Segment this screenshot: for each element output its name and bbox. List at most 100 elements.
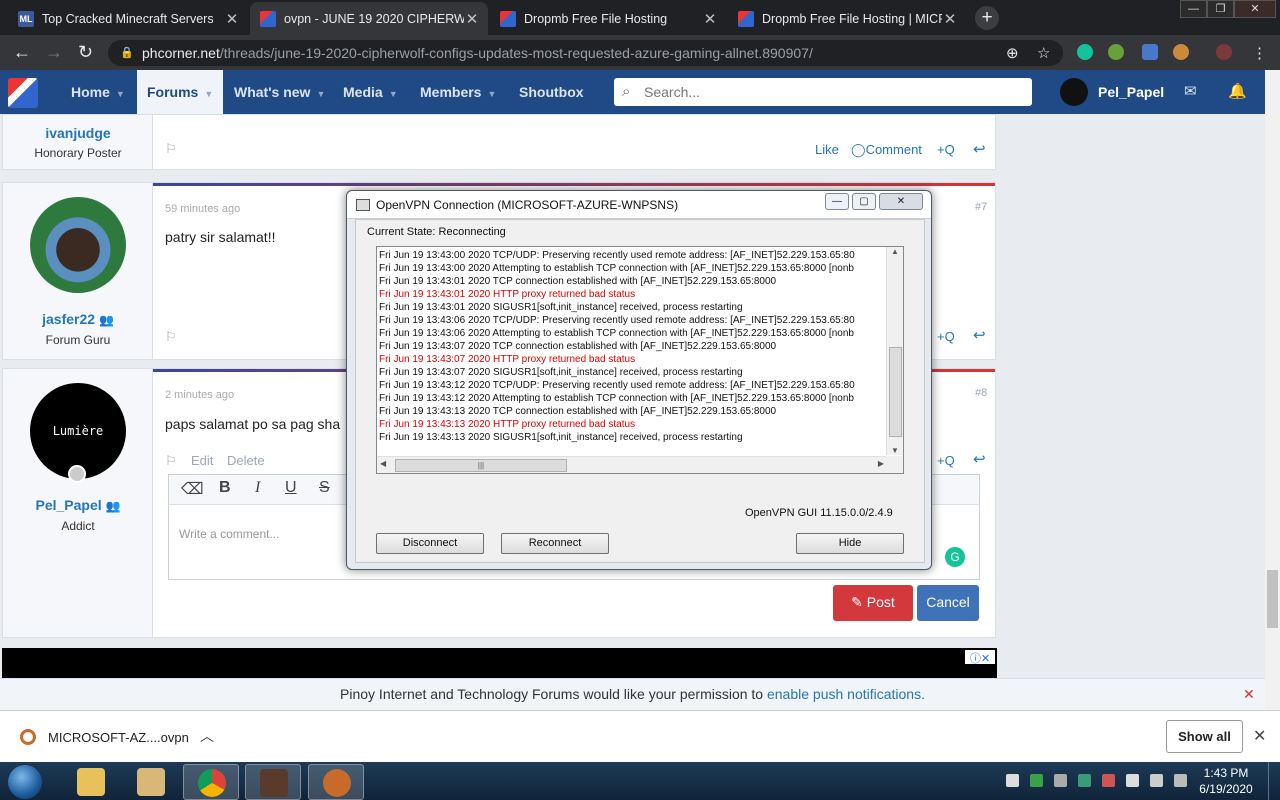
close-button[interactable]: ✕ — [879, 193, 923, 210]
scroll-up-icon[interactable]: ▲ — [887, 247, 903, 256]
search-input[interactable]: ⌕ Search... — [614, 78, 1032, 106]
tray-icon[interactable] — [1078, 774, 1091, 787]
post-date[interactable]: 59 minutes ago — [165, 203, 240, 215]
scrollbar-thumb[interactable]: ||| — [395, 459, 567, 472]
minimize-button[interactable]: — — [825, 193, 849, 210]
nav-home[interactable]: Home ▼ — [61, 70, 135, 114]
scroll-right-icon[interactable]: ▶ — [878, 459, 884, 468]
taskbar-openvpn[interactable] — [308, 764, 364, 800]
bell-icon[interactable]: 🔔 — [1228, 70, 1247, 114]
user-avatar[interactable] — [1060, 78, 1088, 106]
scroll-left-icon[interactable]: ◀ — [380, 459, 386, 468]
ad-close-icon[interactable]: ⓘ✕ — [965, 650, 995, 665]
taskbar-explorer[interactable] — [63, 764, 119, 800]
post-button[interactable]: ✎ Post — [833, 585, 913, 621]
extension-icon[interactable] — [1173, 44, 1189, 60]
close-icon[interactable]: ✕ — [1253, 726, 1266, 746]
comment-input[interactable]: Write a comment... — [179, 527, 279, 541]
chevron-up-icon[interactable]: ︿ — [200, 726, 214, 746]
taskbar-minecraft[interactable] — [245, 764, 301, 800]
cancel-button[interactable]: Cancel — [917, 585, 979, 621]
comment-button[interactable]: ◯Comment — [851, 142, 922, 158]
back-arrow-icon[interactable]: ← — [13, 43, 31, 61]
hide-button[interactable]: Hide — [796, 533, 904, 554]
grammarly-extension-icon[interactable] — [1077, 44, 1093, 60]
quote-button[interactable]: +Q — [937, 142, 955, 157]
download-item[interactable]: MICROSOFT-AZ....ovpn — [48, 730, 189, 745]
reply-icon[interactable]: ↩ — [973, 140, 986, 158]
taskbar-libraries[interactable] — [123, 764, 179, 800]
like-button[interactable]: Like — [815, 142, 839, 157]
close-icon[interactable]: ✕ — [1243, 679, 1255, 710]
taskbar-clock[interactable]: 1:43 PM 6/19/2020 — [1196, 765, 1256, 797]
tab-close-icon[interactable]: ✕ — [464, 10, 480, 28]
report-flag-icon[interactable]: ⚐ — [165, 141, 177, 157]
close-window-button[interactable]: ✕ — [1234, 0, 1276, 18]
page-scrollbar[interactable] — [1265, 70, 1280, 710]
report-flag-icon[interactable]: ⚐ — [165, 453, 177, 469]
scrollbar-thumb[interactable] — [1267, 570, 1278, 628]
site-logo[interactable] — [8, 78, 38, 108]
strikethrough-icon[interactable]: S — [319, 479, 330, 497]
grammarly-icon[interactable]: G — [945, 547, 965, 567]
scroll-down-icon[interactable]: ▼ — [887, 446, 903, 455]
user-menu[interactable]: Pel_Papel — [1098, 70, 1164, 114]
quote-button[interactable]: +Q — [937, 329, 955, 344]
taskbar-chrome[interactable] — [183, 764, 239, 800]
post-date[interactable]: 2 minutes ago — [165, 389, 234, 401]
tab-close-icon[interactable]: ✕ — [702, 10, 718, 28]
tab-close-icon[interactable]: ✕ — [942, 10, 958, 28]
tray-icon[interactable] — [1102, 774, 1115, 787]
extension-icon[interactable] — [1108, 44, 1124, 60]
nav-members[interactable]: Members ▼ — [410, 70, 506, 114]
post-author[interactable]: Pel_Papel 👥 — [3, 497, 153, 513]
tray-icon[interactable] — [1006, 774, 1019, 787]
reply-icon[interactable]: ↩ — [973, 450, 986, 468]
tray-icon[interactable] — [1030, 774, 1043, 787]
network-icon[interactable] — [1126, 774, 1139, 787]
tray-icon[interactable] — [1174, 774, 1187, 787]
delete-button[interactable]: Delete — [227, 453, 265, 468]
disconnect-button[interactable]: Disconnect — [376, 533, 484, 554]
eraser-icon[interactable]: ⌫ — [181, 479, 204, 499]
horizontal-scrollbar[interactable]: ◀ ||| ▶ — [377, 456, 887, 473]
post-author[interactable]: ivanjudge — [3, 125, 153, 141]
nav-whats-new[interactable]: What's new ▼ — [224, 70, 335, 114]
user-avatar[interactable] — [30, 197, 126, 293]
menu-kebab-icon[interactable]: ⋮ — [1252, 44, 1267, 62]
show-all-button[interactable]: Show all — [1166, 720, 1243, 753]
vertical-scrollbar[interactable]: ▲ ▼ — [886, 247, 903, 455]
scrollbar-thumb[interactable] — [889, 347, 902, 437]
quote-button[interactable]: +Q — [937, 453, 955, 468]
volume-icon[interactable] — [1150, 774, 1163, 787]
extension-icon[interactable] — [1142, 44, 1158, 60]
show-desktop-button[interactable] — [1268, 762, 1280, 800]
new-tab-button[interactable]: + — [975, 6, 999, 30]
bookmark-star-icon[interactable]: ☆ — [1037, 44, 1050, 62]
minimize-window-button[interactable]: — — [1180, 0, 1207, 18]
forward-arrow-icon[interactable]: → — [45, 43, 63, 61]
post-number[interactable]: #7 — [975, 201, 987, 213]
tab-close-icon[interactable]: ✕ — [224, 10, 240, 28]
log-textarea[interactable]: Fri Jun 19 13:43:00 2020 TCP/UDP: Preser… — [376, 246, 904, 474]
report-flag-icon[interactable]: ⚐ — [165, 329, 177, 345]
nav-media[interactable]: Media ▼ — [333, 70, 408, 114]
reconnect-button[interactable]: Reconnect — [501, 533, 609, 554]
tray-icon[interactable] — [1054, 774, 1067, 787]
advertisement-banner[interactable] — [2, 648, 997, 678]
enable-push-link[interactable]: enable push notifications. — [767, 686, 925, 702]
edit-button[interactable]: Edit — [191, 453, 213, 468]
start-button[interactable] — [8, 765, 42, 799]
italic-icon[interactable]: I — [255, 479, 260, 497]
restore-window-button[interactable]: ❐ — [1207, 0, 1234, 18]
maximize-button[interactable]: ▢ — [852, 193, 876, 210]
dialog-titlebar[interactable]: OpenVPN Connection (MICROSOFT-AZURE-WNPS… — [347, 191, 931, 219]
bold-icon[interactable]: B — [219, 479, 231, 497]
tab-dropmb-1[interactable]: Dropmb Free File Hosting ✕ — [490, 2, 726, 35]
tab-dropmb-2[interactable]: Dropmb Free File Hosting | MICR ✕ — [728, 2, 966, 35]
add-icon[interactable]: ⊕ — [1006, 44, 1019, 62]
profile-avatar[interactable] — [1216, 44, 1232, 60]
post-number[interactable]: #8 — [975, 387, 987, 399]
address-bar[interactable]: 🔒 phcorner.net/threads/june-19-2020-ciph… — [108, 40, 1063, 66]
reload-icon[interactable]: ↻ — [78, 43, 93, 61]
